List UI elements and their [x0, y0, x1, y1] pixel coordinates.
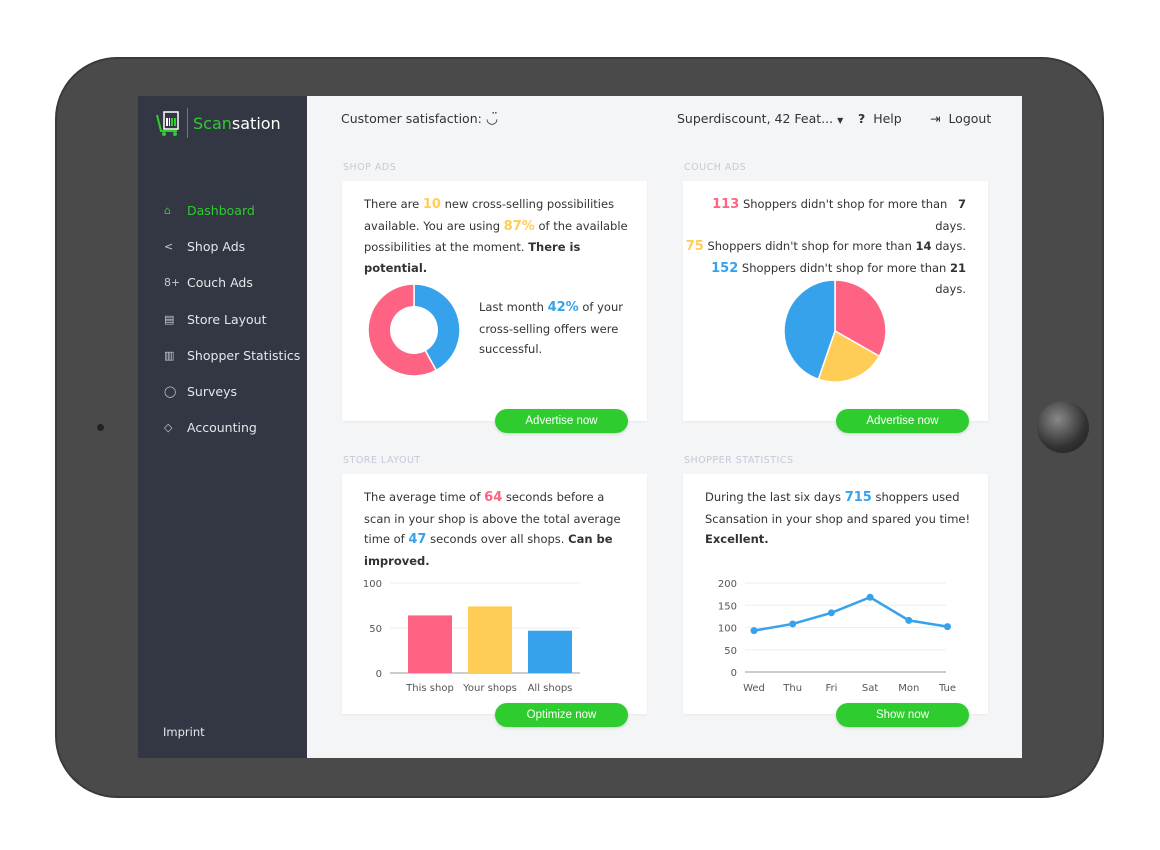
store-icon: ▤: [164, 312, 175, 326]
logout-icon: ⇥: [930, 111, 941, 126]
section-title-shopper-statistics: SHOPPER STATISTICS: [684, 455, 794, 466]
x-tick-label: All shops: [528, 683, 573, 694]
smiley-icon: ◡̈: [485, 111, 499, 127]
data-point: [827, 609, 835, 617]
scan-time-bar-chart: 0 50 100 This shop Your shops All shops: [363, 579, 580, 694]
caret-down-icon: ▼: [837, 116, 844, 125]
user-plus-icon: 8+: [164, 276, 181, 290]
data-point: [750, 627, 758, 635]
logout-link[interactable]: ⇥ Logout: [930, 111, 991, 126]
sidebar: Scansation ⌂ Dashboard < Shop Ads 8+ Couch Ad…: [138, 96, 307, 758]
inactive-shoppers-row: 113 Shoppers didn't shop for more than 7…: [712, 197, 966, 233]
x-tick-label: Tue: [938, 683, 956, 694]
success-text: Last month 42% of your cross-selling off…: [479, 300, 623, 356]
sidebar-item-accounting[interactable]: ◇ Accounting: [164, 410, 300, 446]
sidebar-item-surveys[interactable]: ◯ Surveys: [164, 373, 300, 409]
speech-bubble-icon: ◯: [164, 385, 177, 399]
customer-satisfaction: Customer satisfaction: ◡̈: [341, 111, 498, 127]
bar: [468, 606, 512, 673]
sidebar-item-shopper-statistics[interactable]: ▥ Shopper Statistics: [164, 337, 300, 373]
satisfaction-label: Customer satisfaction:: [341, 111, 482, 126]
x-tick-label: Mon: [898, 683, 919, 694]
x-tick-label: Wed: [743, 683, 765, 694]
sidebar-item-couch-ads[interactable]: 8+ Couch Ads: [164, 265, 300, 301]
share-icon: <: [164, 239, 174, 253]
store-layout-text: The average time of 64 seconds before a …: [364, 490, 621, 568]
x-tick-label: This shop: [405, 683, 454, 694]
header: Customer satisfaction: ◡̈ Superdiscount,…: [307, 96, 1022, 140]
sidebar-item-label: Couch Ads: [187, 275, 253, 291]
camera-icon: [97, 424, 104, 431]
logo[interactable]: Scansation: [156, 108, 281, 138]
success-doughnut-chart: [367, 283, 461, 377]
inactive-shoppers-pie-chart: [783, 279, 887, 383]
x-tick-label: Fri: [825, 683, 837, 694]
y-tick-label: 100: [718, 624, 737, 635]
section-title-store-layout: STORE LAYOUT: [343, 455, 421, 466]
store-selector[interactable]: Superdiscount, 42 Feat... ▼: [677, 111, 843, 126]
cart-logo-icon: [156, 111, 179, 136]
series-line: [753, 595, 948, 632]
sidebar-item-label: Dashboard: [187, 202, 255, 218]
sidebar-item-label: Store Layout: [187, 311, 267, 327]
store-name: Superdiscount, 42 Feat...: [677, 111, 834, 126]
data-point: [789, 620, 797, 628]
logo-text: Scansation: [193, 114, 281, 133]
x-tick-label: Thu: [782, 683, 802, 694]
sidebar-item-label: Surveys: [187, 384, 237, 400]
store-layout-card: The average time of 64 seconds before a …: [342, 474, 647, 714]
imprint-link[interactable]: Imprint: [163, 725, 205, 739]
logo-divider: [187, 108, 188, 138]
y-tick-label: 200: [718, 579, 737, 590]
shopper-statistics-text: During the last six days 715 shoppers us…: [705, 490, 971, 546]
section-title-couch-ads: COUCH ADS: [684, 162, 747, 173]
y-tick-label: 0: [376, 669, 382, 680]
shop-ads-card: There are 10 new cross-selling possibili…: [342, 181, 647, 421]
question-icon: ?: [858, 111, 866, 126]
section-title-shop-ads: SHOP ADS: [343, 162, 397, 173]
sidebar-item-store-layout[interactable]: ▤ Store Layout: [164, 301, 300, 337]
data-point: [866, 593, 874, 601]
advertise-now-shop-button[interactable]: Advertise now: [495, 409, 628, 433]
couch-ads-card: 113 Shoppers didn't shop for more than 7…: [683, 181, 988, 421]
data-point: [905, 616, 913, 624]
sidebar-item-label: Shopper Statistics: [187, 347, 301, 363]
advertise-now-couch-button[interactable]: Advertise now: [836, 409, 969, 433]
sidebar-item-dashboard[interactable]: ⌂ Dashboard: [164, 192, 300, 228]
sidebar-item-shop-ads[interactable]: < Shop Ads: [164, 228, 300, 264]
help-label: Help: [873, 111, 902, 126]
sidebar-item-label: Accounting: [187, 420, 257, 436]
bar-chart-icon: ▥: [164, 348, 175, 362]
help-link[interactable]: ? Help: [858, 111, 902, 126]
bar: [408, 615, 452, 673]
bar: [528, 630, 572, 673]
y-tick-label: 150: [718, 601, 737, 612]
x-tick-label: Sat: [862, 683, 878, 694]
y-tick-label: 0: [731, 668, 737, 679]
x-tick-label: Your shops: [462, 683, 517, 694]
tag-icon: ◇: [164, 421, 173, 435]
y-tick-label: 100: [363, 579, 382, 590]
shop-ads-text: There are 10 new cross-selling possibili…: [364, 197, 628, 275]
sidebar-nav: ⌂ Dashboard < Shop Ads 8+ Couch Ads ▤ Store Lay…: [164, 192, 300, 446]
shoppers-line-chart: 0 50 100 150 200 Wed Thu Fri Sat Mon Tue: [718, 579, 956, 694]
shopper-statistics-card: During the last six days 715 shoppers us…: [683, 474, 988, 714]
home-button[interactable]: [1037, 401, 1089, 453]
optimize-now-button[interactable]: Optimize now: [495, 703, 628, 727]
show-now-button[interactable]: Show now: [836, 703, 969, 727]
screen: Scansation ⌂ Dashboard < Shop Ads 8+ Couch Ad…: [138, 96, 1022, 758]
logo-text-a: Scan: [193, 113, 232, 133]
y-tick-label: 50: [724, 646, 737, 657]
home-icon: ⌂: [164, 203, 171, 217]
inactive-shoppers-row: 75 Shoppers didn't shop for more than 14…: [685, 239, 966, 254]
data-point: [944, 623, 951, 631]
doughnut-hole: [390, 306, 438, 354]
y-tick-label: 50: [369, 624, 382, 635]
logout-label: Logout: [948, 111, 992, 126]
logo-text-b: sation: [231, 113, 281, 133]
sidebar-item-label: Shop Ads: [187, 238, 246, 254]
